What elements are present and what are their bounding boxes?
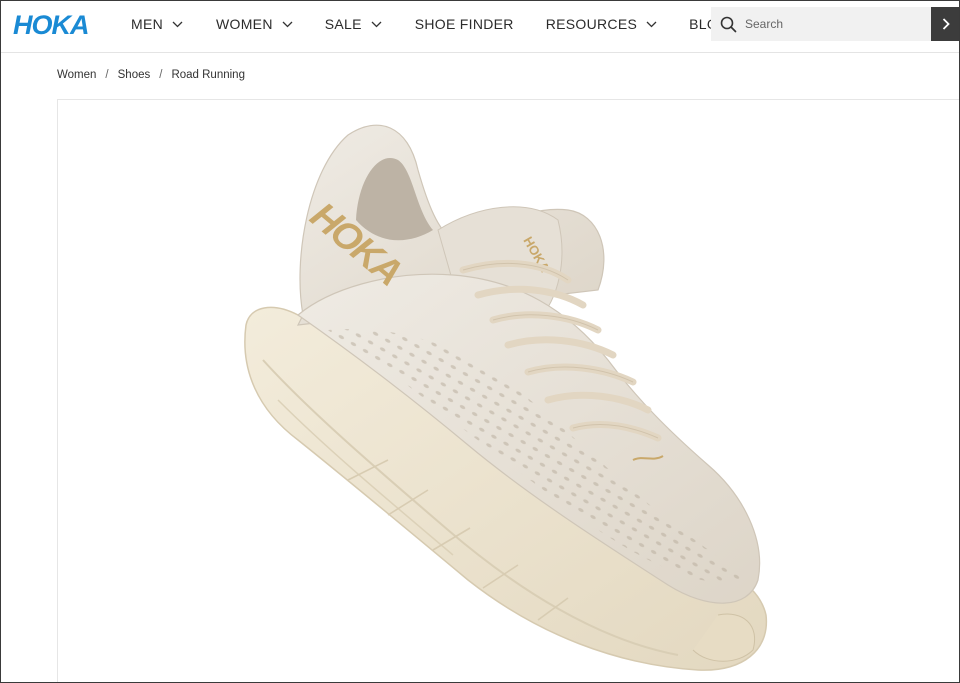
nav-item-resources[interactable]: RESOURCES — [546, 16, 657, 32]
chevron-down-icon — [646, 21, 657, 27]
logo-text: HOKA — [13, 10, 89, 38]
product-image-container[interactable]: HOKA HOKA — [57, 99, 959, 682]
product-shoe-image[interactable]: HOKA HOKA — [238, 110, 778, 682]
search-icon — [720, 16, 737, 32]
chevron-down-icon — [371, 21, 382, 27]
breadcrumb-separator: / — [159, 69, 163, 81]
breadcrumb: Women / Shoes / Road Running — [57, 69, 245, 81]
search-input[interactable] — [745, 17, 915, 31]
nav-item-label: MEN — [131, 16, 164, 32]
nav-item-men[interactable]: MEN — [131, 16, 183, 32]
nav-item-shoe-finder[interactable]: SHOE FINDER — [415, 16, 514, 32]
nav-item-label: SHOE FINDER — [414, 16, 514, 32]
breadcrumb-link-shoes[interactable]: Shoes — [118, 69, 151, 81]
page-frame: HOKA MEN WOMEN SALE SHOE FINDER RESOURCE… — [0, 0, 960, 683]
nav-item-label: WOMEN — [216, 16, 273, 32]
nav-item-label: RESOURCES — [545, 16, 638, 32]
nav-item-sale[interactable]: SALE — [325, 16, 382, 32]
chevron-right-icon — [942, 18, 950, 30]
nav-item-label: SALE — [324, 16, 362, 32]
hoka-logo[interactable]: HOKA — [13, 10, 97, 38]
chevron-down-icon — [172, 21, 183, 27]
search-box — [711, 7, 931, 41]
breadcrumb-link-road-running[interactable]: Road Running — [171, 69, 245, 81]
main-nav: MEN WOMEN SALE SHOE FINDER RESOURCES BLO… — [131, 1, 729, 47]
breadcrumb-separator: / — [105, 69, 109, 81]
breadcrumb-link-women[interactable]: Women — [57, 69, 96, 81]
nav-item-women[interactable]: WOMEN — [216, 16, 293, 32]
chevron-down-icon — [282, 21, 293, 27]
search-submit-button[interactable] — [931, 7, 959, 41]
site-header: HOKA MEN WOMEN SALE SHOE FINDER RESOURCE… — [1, 1, 959, 53]
